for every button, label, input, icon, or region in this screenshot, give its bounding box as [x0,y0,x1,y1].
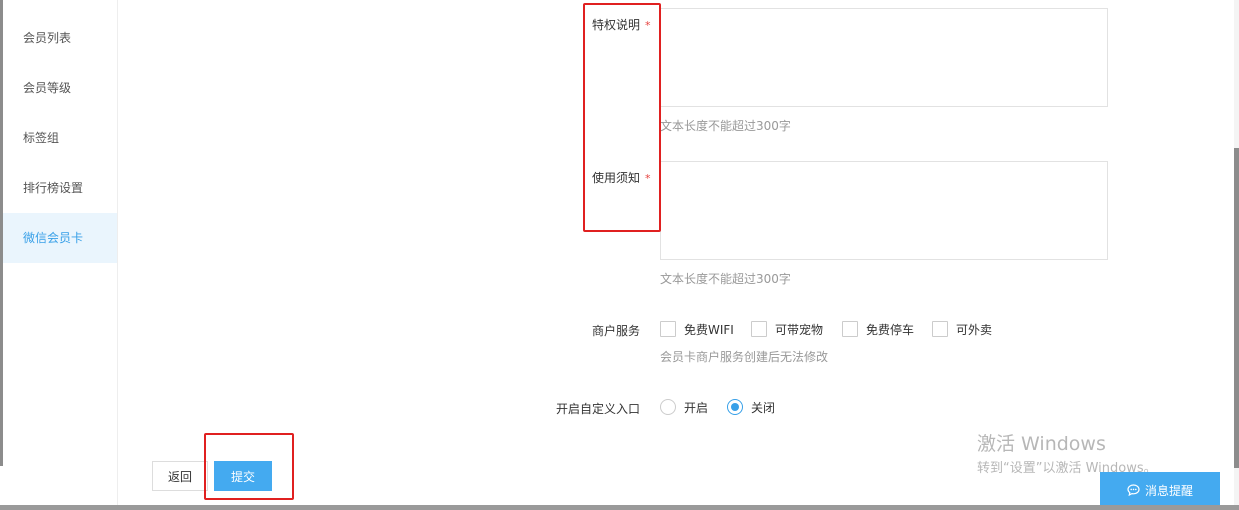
checkbox-pets-allowed[interactable]: 可带宠物 [751,320,823,338]
sidebar-item-member-list[interactable]: 会员列表 [3,13,117,63]
sidebar-item-member-level[interactable]: 会员等级 [3,63,117,113]
sidebar-item-label: 会员等级 [23,81,72,95]
sidebar-item-label: 排行榜设置 [23,181,84,195]
checkbox-label: 可外卖 [956,322,993,337]
sidebar-item-label: 标签组 [23,131,60,145]
notice-label: 使用须知 * [592,169,651,186]
privilege-hint: 文本长度不能超过300字 [660,119,791,133]
message-reminder-label: 消息提醒 [1144,483,1193,498]
sidebar-item-leaderboard-settings[interactable]: 排行榜设置 [3,163,117,213]
privilege-label: 特权说明 * [592,16,651,33]
notice-textarea[interactable] [660,161,1108,260]
notice-label-text: 使用须知 [592,171,641,185]
merchant-service-hint: 会员卡商户服务创建后无法修改 [660,350,829,364]
scrollbar-thumb[interactable] [1234,148,1239,468]
sidebar-item-tag-group[interactable]: 标签组 [3,113,117,163]
sidebar-item-wechat-member-card[interactable]: 微信会员卡 [3,213,117,263]
checkbox-box[interactable] [660,321,676,337]
required-mark: * [645,19,651,32]
required-mark: * [645,172,651,185]
annotation-box-labels [583,3,661,232]
privilege-label-text: 特权说明 [592,18,641,32]
message-reminder-button[interactable]: 消息提醒 [1100,472,1220,508]
checkbox-box[interactable] [932,321,948,337]
window-bottom-edge [0,505,1239,510]
sidebar: 会员列表 会员等级 标签组 排行榜设置 微信会员卡 [3,0,118,507]
sidebar-item-label: 会员列表 [23,31,72,45]
checkbox-label: 可带宠物 [775,322,824,337]
activation-watermark-title: 激活 Windows [977,433,1106,455]
merchant-service-label: 商户服务 [592,324,641,338]
radio-label: 关闭 [751,400,776,415]
chat-bubble-icon [1127,484,1140,496]
radio-enable[interactable]: 开启 [660,398,708,416]
checkbox-box[interactable] [842,321,858,337]
radio-label: 开启 [684,400,709,415]
radio-circle-checked[interactable] [727,399,743,415]
radio-disable[interactable]: 关闭 [727,398,775,416]
submit-button[interactable]: 提交 [214,461,272,491]
checkbox-box[interactable] [751,321,767,337]
sidebar-item-label: 微信会员卡 [23,231,84,245]
radio-circle[interactable] [660,399,676,415]
checkbox-takeout[interactable]: 可外卖 [932,320,992,338]
checkbox-label: 免费停车 [866,322,915,337]
privilege-textarea[interactable] [660,8,1108,107]
checkbox-label: 免费WIFI [684,322,734,337]
back-button[interactable]: 返回 [152,461,208,491]
notice-hint: 文本长度不能超过300字 [660,272,791,286]
checkbox-free-wifi[interactable]: 免费WIFI [660,320,734,338]
custom-entry-label: 开启自定义入口 [556,402,641,416]
checkbox-free-parking[interactable]: 免费停车 [842,320,914,338]
